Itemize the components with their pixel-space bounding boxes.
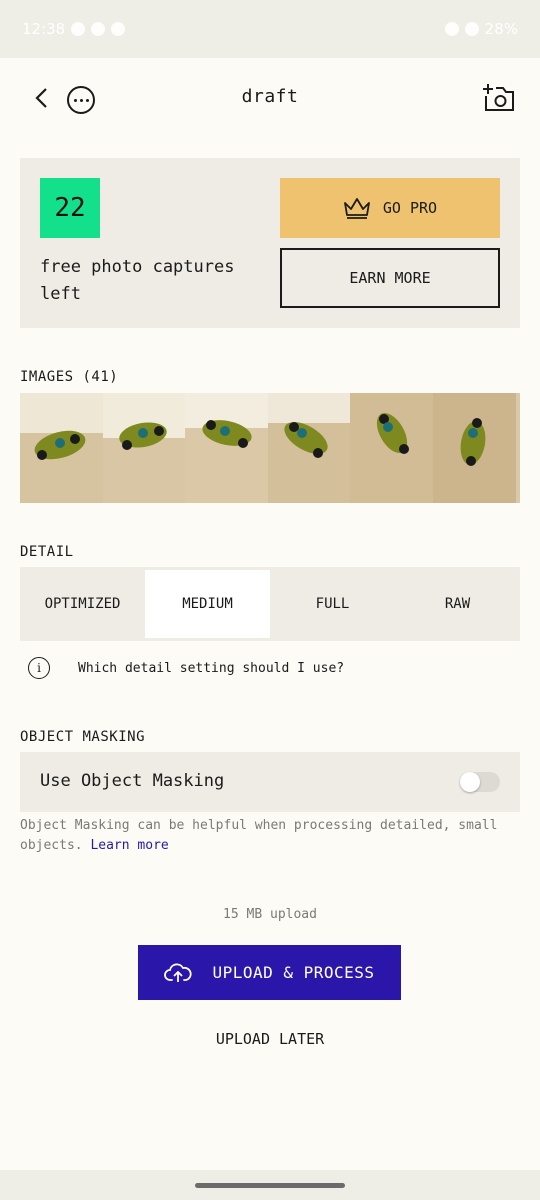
masking-section-label: OBJECT MASKING (20, 729, 146, 745)
signal-icon (464, 22, 479, 36)
upload-size-text: 15 MB upload (223, 907, 317, 922)
object-masking-row[interactable]: Use Object Masking (20, 752, 520, 812)
go-pro-button[interactable]: GO PRO (280, 178, 500, 238)
images-strip[interactable] (20, 393, 520, 503)
detail-option-optimized[interactable]: OPTIMIZED (20, 567, 145, 641)
images-section-label: IMAGES (41) (20, 369, 119, 385)
top-app-bar: draft (0, 68, 540, 128)
facebook-notification-icon (71, 22, 86, 36)
detail-help-text: Which detail setting should I use? (78, 660, 345, 676)
detail-help-link[interactable]: i Which detail setting should I use? (28, 655, 344, 681)
learn-more-link[interactable]: Learn more (90, 838, 168, 853)
status-bar: 12:38 28% (0, 0, 540, 58)
info-icon: i (28, 657, 50, 679)
system-navigation-bar (0, 1170, 540, 1200)
upload-and-process-button[interactable]: UPLOAD & PROCESS (138, 945, 401, 1000)
object-masking-label: Use Object Masking (40, 771, 225, 791)
captures-card: 22 free photo captures left GO PRO EARN … (20, 158, 520, 328)
detail-segmented-control: OPTIMIZED MEDIUM FULL RAW (20, 567, 520, 641)
image-thumbnail[interactable] (102, 393, 186, 503)
go-pro-label: GO PRO (382, 199, 438, 217)
image-thumbnail[interactable] (20, 393, 103, 503)
upload-later-button[interactable]: UPLOAD LATER (0, 1030, 540, 1048)
add-photo-button[interactable] (482, 82, 516, 114)
captures-count-badge: 22 (40, 178, 100, 238)
toggle-knob (460, 772, 480, 792)
upload-and-process-label: UPLOAD & PROCESS (212, 963, 375, 982)
earn-more-button[interactable]: EARN MORE (280, 248, 500, 308)
message-icon (111, 22, 126, 36)
status-time: 12:38 (22, 20, 66, 38)
image-thumbnail[interactable] (185, 393, 268, 503)
object-masking-toggle[interactable] (460, 772, 500, 792)
masking-help: Object Masking can be helpful when proce… (20, 816, 520, 856)
battery-level: 28% (484, 20, 518, 38)
image-thumbnail[interactable] (267, 393, 351, 503)
add-camera-icon (483, 84, 514, 111)
detail-section-label: DETAIL (20, 544, 74, 560)
detail-option-raw[interactable]: RAW (395, 567, 520, 641)
captures-description: free photo captures left (40, 257, 235, 304)
home-indicator[interactable] (195, 1183, 345, 1188)
image-thumbnail[interactable] (350, 393, 433, 503)
notification-icon (91, 22, 106, 36)
page-title: draft (241, 86, 299, 107)
alarm-icon (444, 22, 459, 36)
detail-option-medium[interactable]: MEDIUM (145, 570, 270, 638)
crown-icon (344, 198, 370, 219)
image-thumbnail[interactable] (432, 393, 516, 503)
cloud-upload-icon (164, 963, 193, 982)
detail-option-full[interactable]: FULL (270, 567, 395, 641)
